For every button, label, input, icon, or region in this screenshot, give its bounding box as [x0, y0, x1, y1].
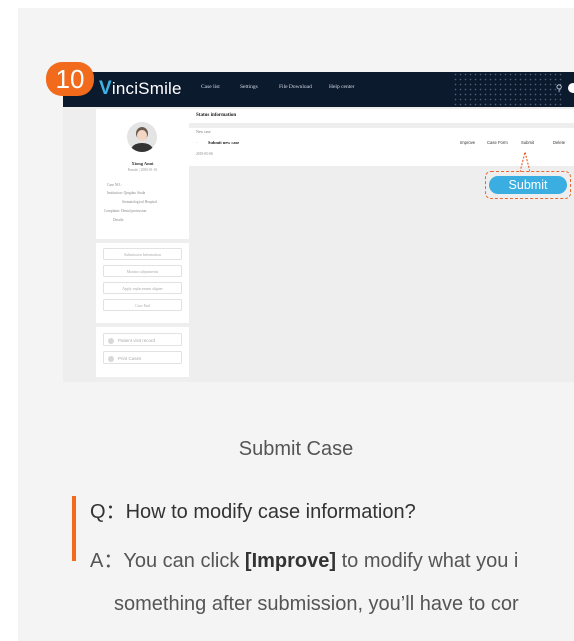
callout-pointer: [520, 151, 530, 172]
vincismile-logo[interactable]: VinciSmile: [99, 78, 182, 100]
patient-name: Xiong Anni: [131, 161, 154, 166]
page: VinciSmile Case list Settings File Downl…: [0, 0, 574, 641]
case-actions-panel: Submission Information Monitor adjustmen…: [96, 243, 189, 323]
apply-replacement-aligner-button[interactable]: Apply replacement aligner: [103, 282, 182, 294]
nav-file-download[interactable]: File Download: [279, 84, 312, 90]
complaint: Complaint: Dental protrusion: [104, 209, 147, 213]
nav-settings[interactable]: Settings: [240, 84, 258, 90]
search-icon[interactable]: ⚲: [553, 82, 565, 94]
delete-button[interactable]: Delete: [553, 138, 565, 148]
avatar-face: [137, 130, 147, 141]
submit-highlight-button[interactable]: Submit: [489, 176, 567, 194]
print-icon: [108, 355, 114, 362]
step-number-badge: 10: [46, 62, 94, 96]
print-cases-button[interactable]: Print Cases: [103, 351, 182, 364]
case-no: Case NO.:: [107, 183, 122, 187]
patient-avatar: [127, 122, 157, 152]
submit-new-case-label: Submit new case: [208, 140, 240, 145]
nav-help-center[interactable]: Help center: [329, 84, 355, 90]
patient-sidebar: Xiong Anni Female | 2000-01-01 Case NO.:…: [96, 107, 189, 377]
faq-answer: A：You can click [Improve] to modify what…: [90, 550, 519, 572]
topbar-pattern: [453, 72, 563, 107]
monitor-adjustments-button[interactable]: Monitor adjustments: [103, 265, 182, 277]
faq-question: Q：How to modify case information?: [90, 501, 416, 523]
app-screenshot: VinciSmile Case list Settings File Downl…: [63, 72, 574, 382]
faq-answer-line2: something after submission, you’ll have …: [114, 593, 519, 615]
improve-button[interactable]: Improve: [460, 138, 475, 148]
hospital: Stomatological Hospital: [122, 200, 157, 204]
patient-dob: Female | 2000-01-01: [127, 168, 158, 172]
qa-accent-bar: [72, 496, 76, 561]
app-topbar: VinciSmile Case list Settings File Downl…: [63, 72, 574, 107]
links-panel: Patient visit record Print Cases: [96, 327, 189, 377]
case-status-panel: New case - Submit new case 2019-05-06 Im…: [189, 128, 574, 166]
nav-case-list[interactable]: Case list: [201, 84, 220, 90]
submission-information-button[interactable]: Submission Information: [103, 248, 182, 260]
details: Details:: [113, 218, 125, 222]
main-area: Status information New case - Submit new…: [189, 109, 574, 379]
institution: Institution: Qingdao Stoda: [107, 191, 146, 195]
submit-button[interactable]: Submit: [521, 138, 534, 148]
patient-visit-record-button[interactable]: Patient visit record: [103, 333, 182, 346]
patient-profile-panel: Xiong Anni Female | 2000-01-01 Case NO.:…: [96, 109, 189, 239]
case-end-button[interactable]: Case End: [103, 299, 182, 311]
case-date: 2019-05-06: [196, 152, 213, 156]
bullet-dash: -: [196, 140, 198, 145]
case-form-button[interactable]: Case Form: [487, 138, 508, 148]
record-icon: [108, 337, 114, 344]
figure-caption: Submit Case: [238, 438, 354, 460]
status-heading: Status information: [189, 109, 574, 123]
avatar-body: [131, 143, 153, 152]
new-case-label: New case: [196, 130, 211, 134]
user-avatar-icon[interactable]: [568, 83, 574, 93]
